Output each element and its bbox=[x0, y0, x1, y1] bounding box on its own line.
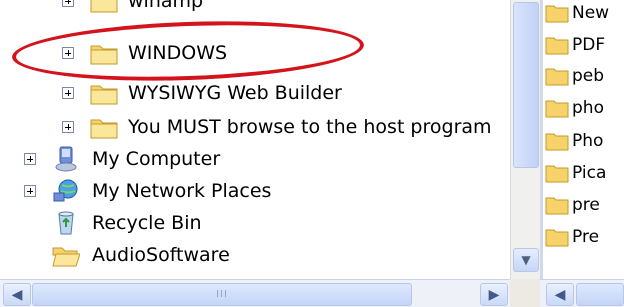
file-item[interactable]: Pre bbox=[545, 224, 599, 250]
folder-icon bbox=[90, 0, 118, 13]
folder-open-icon bbox=[52, 243, 81, 267]
tree-item-label: Recycle Bin bbox=[92, 212, 202, 234]
tree-item-label: AudioSoftware bbox=[92, 244, 230, 266]
expand-icon[interactable] bbox=[24, 185, 36, 197]
expand-icon[interactable] bbox=[62, 121, 74, 133]
file-item-label: Pho bbox=[572, 131, 604, 151]
recycle-bin-icon bbox=[52, 210, 80, 235]
chevron-down-icon: ▼ bbox=[521, 253, 531, 267]
scrollbar-corner bbox=[510, 279, 540, 307]
scroll-down-button[interactable]: ▼ bbox=[513, 248, 539, 272]
tree-item-label: My Computer bbox=[92, 148, 221, 170]
scroll-left-button[interactable]: ◀ bbox=[546, 283, 574, 306]
expand-icon[interactable] bbox=[24, 153, 36, 165]
folder-icon bbox=[545, 131, 569, 151]
folder-tree: winamp WINDOWS WYSIWYG Web Builder You M… bbox=[0, 0, 510, 279]
file-list-pane: New PDF peb pho Pho Pica pre Pre bbox=[540, 0, 624, 279]
tree-item-label: You MUST browse to the host program bbox=[128, 116, 492, 138]
horizontal-scroll-thumb[interactable] bbox=[576, 283, 624, 306]
highlight-ellipse bbox=[11, 15, 365, 87]
folder-icon bbox=[545, 3, 569, 23]
file-item[interactable]: New bbox=[545, 0, 609, 26]
folder-icon bbox=[545, 35, 569, 55]
scroll-right-button[interactable]: ▶ bbox=[480, 283, 508, 306]
folder-icon bbox=[545, 98, 569, 118]
chevron-right-icon: ▶ bbox=[488, 286, 500, 303]
scroll-left-button[interactable]: ◀ bbox=[3, 283, 31, 306]
file-item[interactable]: pre bbox=[545, 192, 600, 218]
tree-item-my-network-places[interactable]: My Network Places bbox=[0, 176, 510, 206]
tree-item-wysiwyg[interactable]: WYSIWYG Web Builder bbox=[0, 78, 510, 108]
file-item-label: Pre bbox=[572, 227, 600, 247]
file-item[interactable]: peb bbox=[545, 63, 604, 89]
tree-item-audiosoftware[interactable]: AudioSoftware bbox=[0, 240, 510, 270]
chevron-left-icon: ◀ bbox=[554, 286, 566, 303]
horizontal-scroll-thumb[interactable]: III bbox=[32, 283, 412, 306]
file-item-label: PDF bbox=[572, 35, 606, 55]
tree-item-winamp[interactable]: winamp bbox=[0, 0, 510, 16]
folder-icon bbox=[545, 66, 569, 86]
file-item-label: New bbox=[572, 3, 610, 23]
file-item[interactable]: Pho bbox=[545, 128, 603, 154]
tree-item-you-must-browse[interactable]: You MUST browse to the host program bbox=[0, 112, 510, 142]
grip-icon: III bbox=[216, 289, 228, 300]
file-item[interactable]: PDF bbox=[545, 32, 605, 58]
chevron-left-icon: ◀ bbox=[11, 286, 23, 303]
network-places-icon bbox=[52, 177, 80, 202]
tree-item-label: winamp bbox=[128, 0, 204, 12]
file-item-label: peb bbox=[572, 66, 605, 86]
folder-icon bbox=[90, 81, 118, 105]
tree-item-recycle-bin[interactable]: Recycle Bin bbox=[0, 208, 510, 238]
tree-item-my-computer[interactable]: My Computer bbox=[0, 144, 510, 174]
file-item[interactable]: Pica bbox=[545, 160, 606, 186]
folder-icon bbox=[545, 163, 569, 183]
expand-icon[interactable] bbox=[62, 0, 74, 7]
file-item-label: Pica bbox=[572, 163, 607, 183]
vertical-scroll-thumb[interactable] bbox=[513, 2, 539, 168]
folder-icon bbox=[90, 115, 118, 139]
horizontal-scrollbar-left[interactable]: ◀ III ▶ bbox=[0, 279, 510, 307]
vertical-scrollbar[interactable]: ▼ bbox=[510, 0, 540, 279]
expand-icon[interactable] bbox=[62, 87, 74, 99]
tree-item-label: WYSIWYG Web Builder bbox=[128, 82, 342, 104]
my-computer-icon bbox=[52, 145, 80, 172]
horizontal-scrollbar-right[interactable]: ◀ bbox=[540, 279, 624, 307]
file-item[interactable]: pho bbox=[545, 95, 604, 121]
folder-icon bbox=[545, 227, 569, 247]
folder-icon bbox=[545, 195, 569, 215]
file-item-label: pho bbox=[572, 98, 604, 118]
tree-item-label: My Network Places bbox=[92, 180, 272, 202]
file-item-label: pre bbox=[572, 195, 600, 215]
